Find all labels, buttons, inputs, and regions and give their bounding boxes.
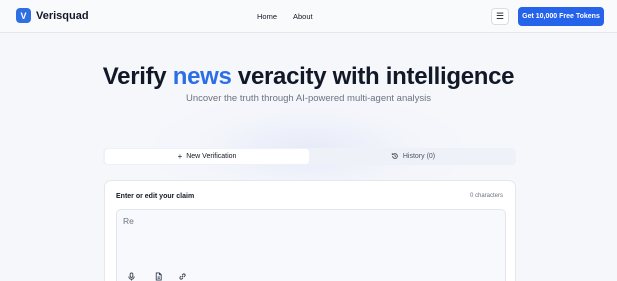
brand-logo[interactable]: V Verisquad [16,8,89,23]
claim-label: Enter or edit your claim [116,193,195,200]
hero-subtitle: Uncover the truth through AI-powered mul… [185,93,432,104]
nav-home-link[interactable]: Home [257,12,277,21]
logo-mark-icon: V [16,8,31,23]
claim-textarea[interactable]: Re [116,209,506,281]
tab-new-verification[interactable]: + New Verification [105,149,309,164]
verification-tabs: + New Verification History (0) [103,148,516,165]
hero-title: Verify news veracity with intelligence [0,63,617,91]
history-icon [391,152,399,162]
claim-text-value: Re [123,216,134,226]
menu-button[interactable]: ☰ [491,8,509,25]
tab-new-verification-label: New Verification [186,153,237,160]
free-tokens-button[interactable]: Get 10,000 Free Tokens [518,7,604,26]
brand-name: Verisquad [36,9,89,22]
hamburger-icon: ☰ [495,11,505,21]
hero-title-accent: news [172,63,232,90]
tab-history[interactable]: History (0) [311,149,515,164]
claim-card: Enter or edit your claim 0 characters Re [104,180,516,281]
file-icon[interactable] [152,270,164,281]
microphone-icon[interactable] [125,270,137,281]
character-count: 0 characters [469,193,503,199]
nav-about-link[interactable]: About [293,12,313,21]
link-icon[interactable] [176,270,188,281]
hero-title-start: Verify [102,63,173,90]
top-header: V Verisquad Home About ☰ Get 10,000 Free… [0,0,617,33]
tab-history-label: History (0) [402,153,436,160]
hero-title-end: veracity with intelligence [231,63,515,90]
plus-icon: + [177,152,183,161]
